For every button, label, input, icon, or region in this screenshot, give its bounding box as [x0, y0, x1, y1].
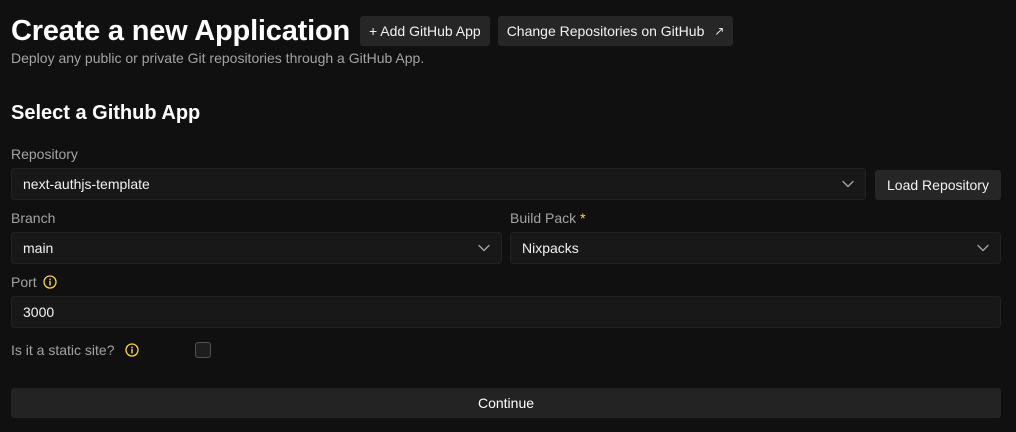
required-marker: *: [580, 210, 586, 226]
page-title: Create a new Application: [11, 15, 350, 47]
chevron-down-icon: [842, 180, 854, 188]
branch-label: Branch: [11, 210, 55, 226]
repository-label: Repository: [11, 146, 78, 162]
section-title: Select a Github App: [11, 102, 201, 124]
continue-button[interactable]: Continue: [11, 388, 1001, 418]
static-site-label-text: Is it a static site?: [11, 342, 115, 358]
info-icon[interactable]: [43, 275, 57, 289]
static-site-checkbox[interactable]: [195, 342, 211, 358]
change-repositories-button[interactable]: Change Repositories on GitHub ↗: [497, 16, 734, 46]
repository-value: next-authjs-template: [23, 176, 150, 192]
chevron-down-icon: [977, 244, 989, 252]
create-application-page: Create a new Application + Add GitHub Ap…: [0, 0, 1016, 432]
build-pack-value: Nixpacks: [522, 240, 579, 256]
info-icon[interactable]: [125, 343, 140, 357]
static-site-label: Is it a static site?: [11, 342, 140, 358]
external-link-icon: ↗: [714, 24, 725, 38]
add-github-app-button[interactable]: + Add GitHub App: [359, 16, 490, 46]
chevron-down-icon: [478, 244, 490, 252]
header-row: Create a new Application + Add GitHub Ap…: [11, 13, 734, 49]
load-repository-button[interactable]: Load Repository: [875, 170, 1001, 200]
repository-select[interactable]: next-authjs-template: [11, 168, 866, 200]
port-value: 3000: [23, 304, 55, 320]
page-subtitle: Deploy any public or private Git reposit…: [11, 50, 425, 66]
port-label-text: Port: [11, 274, 37, 290]
change-repositories-label: Change Repositories on GitHub: [506, 23, 705, 39]
build-pack-label-text: Build Pack: [510, 210, 577, 226]
port-label: Port: [11, 274, 57, 290]
build-pack-select[interactable]: Nixpacks: [510, 232, 1001, 264]
branch-select[interactable]: main: [11, 232, 502, 264]
build-pack-label: Build Pack *: [510, 210, 586, 226]
repository-label-text: Repository: [11, 146, 78, 162]
port-input[interactable]: 3000: [11, 296, 1001, 328]
branch-label-text: Branch: [11, 210, 56, 226]
branch-value: main: [23, 240, 54, 256]
